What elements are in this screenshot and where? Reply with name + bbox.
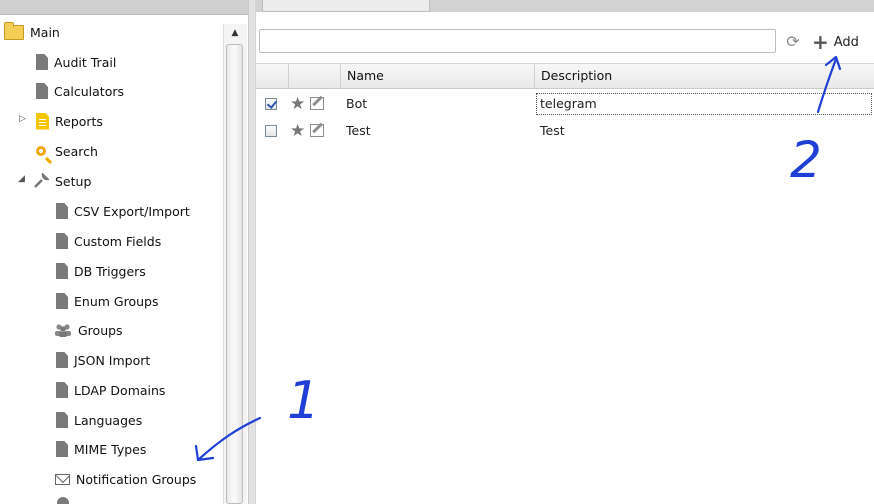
tree-item-reports[interactable]: Reports [36,109,103,133]
groups-icon [54,323,72,337]
tree-item-label: Calculators [54,83,124,99]
envelope-icon [55,473,70,485]
tree-item-custom-fields[interactable]: Custom Fields [56,229,161,253]
expand-arrow-icon[interactable]: ▷ [19,114,26,124]
tree-item-label: Languages [74,412,143,428]
tree-item-search[interactable]: Search [36,139,98,163]
scroll-up-arrow-icon[interactable]: ▲ [225,24,245,42]
document-icon [36,54,48,70]
cell-name[interactable]: Test [340,118,534,144]
tree-item-label: JSON Import [74,352,151,368]
tree-item-calculators[interactable]: Calculators [36,79,124,103]
star-icon[interactable]: ★ [290,94,305,114]
document-icon [56,203,68,219]
document-icon [56,352,68,368]
document-icon [56,263,68,279]
star-icon[interactable]: ★ [290,121,305,141]
navigation-sidebar: Main Audit Trail Calculators ▷ Reports S… [0,0,248,504]
tree-item-main[interactable]: Main [4,20,60,44]
tree-item-label: Reports [55,113,103,129]
add-button-label: Add [833,34,859,50]
row-checkbox[interactable] [265,125,277,137]
cell-description[interactable]: Test [534,118,874,144]
wrench-icon [33,171,51,189]
collapse-arrow-icon[interactable]: ◢ [18,174,25,184]
document-icon [36,83,48,99]
document-icon [56,293,68,309]
annotation-label-1: 1 [287,371,320,431]
tree-item-label: Audit Trail [54,54,117,70]
document-icon [56,233,68,249]
column-header-name[interactable]: Name [340,64,534,88]
tree-item-audit-trail[interactable]: Audit Trail [36,50,116,74]
tree-item-groups[interactable]: Groups [54,318,123,342]
table-row[interactable]: ★ Bot telegram [256,91,874,117]
tree-item-label: Setup [55,173,92,189]
tree-item-label: Main [30,24,60,40]
document-icon [56,441,68,457]
sidebar-scrollbar-thumb[interactable] [226,44,243,504]
table-row[interactable]: ★ Test Test [256,118,874,144]
sidebar-header-bar [0,0,248,15]
tree-item-enum-groups[interactable]: Enum Groups [56,289,158,313]
edit-icon[interactable] [310,124,324,137]
search-icon [36,146,46,156]
tree-item-json-import[interactable]: JSON Import [56,348,150,372]
tree-item-label: Search [55,143,98,159]
tree-item-label: Notification Groups [76,471,197,487]
row-checkbox[interactable] [265,98,277,110]
tree-item-label: LDAP Domains [74,382,166,398]
tree-item-label: DB Triggers [74,263,146,279]
cell-description[interactable]: telegram [534,91,874,117]
column-header-description[interactable]: Description [534,64,874,88]
tree-item-label: Custom Fields [74,233,162,249]
tree-item-db-triggers[interactable]: DB Triggers [56,259,146,283]
tree-item-label: Groups [78,322,123,338]
document-icon [56,412,68,428]
reports-icon [36,112,49,130]
tree-item-label: MIME Types [74,441,147,457]
main-tab[interactable] [262,0,430,12]
tree-item-setup[interactable]: Setup [33,169,91,193]
tree-item-csv-export-import[interactable]: CSV Export/Import [56,199,190,223]
cell-name[interactable]: Bot [340,91,534,117]
plus-icon: + [812,30,829,54]
folder-icon [4,21,24,40]
edit-icon[interactable] [310,97,324,110]
panel-splitter[interactable] [248,0,256,504]
database-icon [57,497,69,504]
header-actions-column [288,64,340,88]
add-button[interactable]: + Add [812,30,859,54]
search-input[interactable] [259,29,776,53]
tree-item-languages[interactable]: Languages [56,408,142,432]
grid-header: Name Description [256,63,874,89]
document-icon [56,382,68,398]
tree-item-label: Enum Groups [74,293,159,309]
tree-item-mime-types[interactable]: MIME Types [56,437,146,461]
tree-item-label: CSV Export/Import [74,203,190,219]
tree-item-notification-groups[interactable]: Notification Groups [55,467,196,491]
refresh-icon[interactable]: ⟳ [783,32,803,52]
tree-item-ldap-domains[interactable]: LDAP Domains [56,378,165,402]
